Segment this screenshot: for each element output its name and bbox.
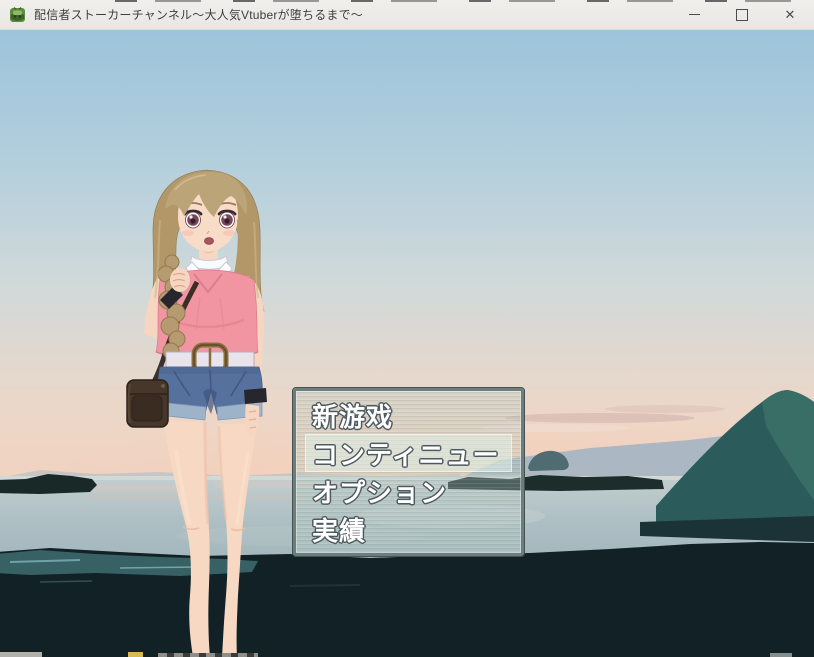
- shoulder-bag: [127, 380, 168, 427]
- game-viewport: 新游戏 コンティニュー オプション 実績: [0, 30, 814, 657]
- foreground-shore: [0, 542, 814, 657]
- fragment-text: [158, 653, 258, 657]
- menu-item-continue[interactable]: コンティニュー: [305, 434, 512, 472]
- game-app-icon: [9, 6, 26, 23]
- menu-item-options[interactable]: オプション: [296, 472, 521, 510]
- title-menu-window: 新游戏 コンティニュー オプション 実績: [293, 388, 524, 556]
- minimize-icon: [689, 14, 700, 15]
- maximize-button[interactable]: [718, 0, 766, 30]
- close-button[interactable]: ✕: [766, 0, 814, 30]
- minimize-button[interactable]: [670, 0, 718, 30]
- close-icon: ✕: [785, 8, 796, 21]
- game-scene: [0, 30, 814, 657]
- fragment-folder-icon: [128, 652, 143, 657]
- menu-item-new-game[interactable]: 新游戏: [296, 396, 521, 434]
- background-window-fragment: [0, 651, 814, 657]
- fragment: [770, 653, 792, 657]
- fragment: [0, 652, 42, 657]
- cloud-streak: [505, 413, 695, 423]
- window-controls: ✕: [670, 0, 814, 30]
- app-window: 配信者ストーカーチャンネル～大人気Vtuberが堕ちるまで～ ✕: [0, 0, 814, 657]
- screen-edge-artifact: [115, 0, 814, 2]
- maximize-icon: [736, 9, 748, 21]
- window-title: 配信者ストーカーチャンネル～大人気Vtuberが堕ちるまで～: [34, 6, 670, 23]
- cloud-streak: [605, 405, 725, 413]
- menu-item-achievements[interactable]: 実績: [296, 510, 521, 548]
- titlebar: 配信者ストーカーチャンネル～大人気Vtuberが堕ちるまで～ ✕: [0, 0, 814, 30]
- character-wristband-right: [244, 388, 267, 404]
